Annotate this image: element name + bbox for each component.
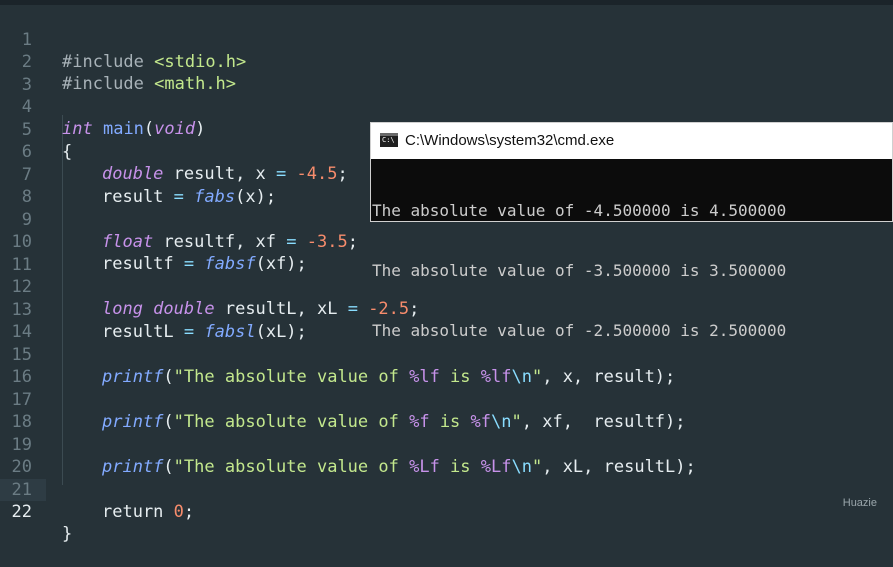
paren: ( (163, 457, 174, 477)
string-literal: The absolute value of (183, 457, 410, 477)
identifiers: result, x (173, 164, 266, 184)
operator: = (286, 232, 297, 252)
escape-sequence: \n (491, 412, 512, 432)
preprocessor-directive: #include (62, 52, 144, 72)
string-literal: is (439, 457, 481, 477)
operator: = (183, 322, 195, 342)
code-line-8[interactable]: 8 (0, 164, 41, 207)
paren: ( (163, 412, 174, 432)
terminal-icon: C:\ (380, 133, 398, 147)
code-line-5[interactable]: 5 { (0, 97, 73, 162)
format-specifier: %f (470, 412, 492, 432)
code-line-15[interactable]: 15 printf("The absolute value of %lf is … (0, 322, 676, 387)
return-keyword: return (102, 502, 164, 522)
preprocessor-directive: #include (62, 74, 144, 94)
format-specifier: %f (409, 412, 430, 432)
output-line: The absolute value of -4.500000 is 4.500… (372, 201, 787, 220)
function-call: fabsf (204, 254, 256, 274)
quote: " (511, 412, 522, 432)
output-line: The absolute value of -2.500000 is 2.500… (372, 321, 787, 340)
operator: = (276, 164, 287, 184)
string-literal: The absolute value of (183, 412, 410, 432)
quote: " (173, 457, 184, 477)
param-type: void (154, 119, 196, 139)
function-call: printf (102, 367, 164, 387)
operator: = (173, 187, 184, 207)
code-line-9[interactable]: 9 float resultf, xf = -3.5; (0, 187, 358, 252)
call-args: (x); (235, 187, 277, 207)
function-call: fabsl (204, 322, 256, 342)
string-literal: is (429, 412, 471, 432)
cmd-window[interactable]: C:\ C:\Windows\system32\cmd.exe The abso… (370, 122, 893, 340)
code-line-17[interactable]: 17 printf("The absolute value of %f is %… (0, 367, 686, 432)
code-line-11[interactable]: 11 (0, 232, 41, 275)
include-header: <stdio.h> (154, 52, 247, 72)
code-line-2[interactable]: 2 #include <math.h> (0, 29, 236, 94)
paren: ( (163, 367, 174, 387)
identifiers: resultf, xf (163, 232, 277, 252)
code-line-14[interactable]: 14 (0, 299, 41, 342)
code-line-19[interactable]: 19 printf("The absolute value of %Lf is … (0, 412, 696, 477)
code-line-13[interactable]: 13 resultL = fabsl(xL); (0, 277, 307, 342)
format-specifier: %Lf (409, 457, 440, 477)
identifier: resultf (102, 254, 174, 274)
escape-sequence: \n (511, 457, 532, 477)
call-args: (xL); (255, 322, 307, 342)
type-keyword: int (62, 119, 93, 139)
function-call: printf (102, 412, 164, 432)
number-literal: -3.5 (306, 232, 348, 252)
function-call: printf (102, 457, 164, 477)
format-specifier: %Lf (480, 457, 512, 477)
code-line-10[interactable]: 10 resultf = fabsf(xf); (0, 209, 307, 274)
code-line-1[interactable]: 1 #include <stdio.h> (0, 7, 247, 72)
code-line-3[interactable]: 3 (0, 52, 41, 95)
open-brace: { (62, 142, 73, 162)
function-call: fabs (194, 187, 236, 207)
code-line-12[interactable]: 12 long double resultL, xL = -2.5; (0, 254, 420, 319)
call-args: (xf); (255, 254, 307, 274)
code-line-16[interactable]: 16 (0, 344, 41, 387)
code-line-7[interactable]: 7 result = fabs(x); (0, 142, 276, 207)
operator: = (347, 299, 358, 319)
number-literal: -4.5 (296, 164, 338, 184)
code-line-22[interactable]: 22 } (0, 479, 73, 544)
number-literal: 0 (173, 502, 184, 522)
code-line-21[interactable]: 21 return 0; (0, 457, 195, 522)
type-keyword: double (102, 164, 164, 184)
close-brace: } (62, 524, 73, 544)
code-line-6[interactable]: 6 double result, x = -4.5; (0, 119, 348, 184)
line-number: 22 (11, 502, 32, 522)
call-args: , xL, resultL); (542, 457, 696, 477)
quote: " (173, 412, 184, 432)
code-line-4[interactable]: 4 int main(void) (0, 74, 206, 139)
paren: ( (143, 119, 155, 139)
type-keyword: float (102, 232, 154, 252)
include-header: <math.h> (154, 74, 237, 94)
cmd-window-title: C:\Windows\system32\cmd.exe (405, 132, 615, 149)
quote: " (173, 367, 184, 387)
type-keyword: long double (102, 299, 215, 319)
quote: " (531, 457, 543, 477)
code-line-18[interactable]: 18 (0, 389, 41, 432)
cmd-title-bar[interactable]: C:\ C:\Windows\system32\cmd.exe (371, 123, 892, 159)
operator: = (183, 254, 195, 274)
output-line: The absolute value of -3.500000 is 3.500… (372, 261, 787, 280)
semicolon: ; (337, 164, 348, 184)
identifiers: resultL, xL (224, 299, 338, 319)
code-line-20[interactable]: 20 (0, 434, 41, 477)
watermark: Huazie (842, 497, 877, 509)
indent-guide (62, 115, 63, 485)
semicolon: ; (183, 502, 195, 522)
cmd-output[interactable]: The absolute value of -4.500000 is 4.500… (372, 161, 891, 381)
semicolon: ; (347, 232, 358, 252)
identifier: result (102, 187, 164, 207)
paren: ) (195, 119, 206, 139)
function-name: main (102, 119, 144, 139)
call-args: , xf, resultf); (521, 412, 686, 432)
identifier: resultL (102, 322, 174, 342)
